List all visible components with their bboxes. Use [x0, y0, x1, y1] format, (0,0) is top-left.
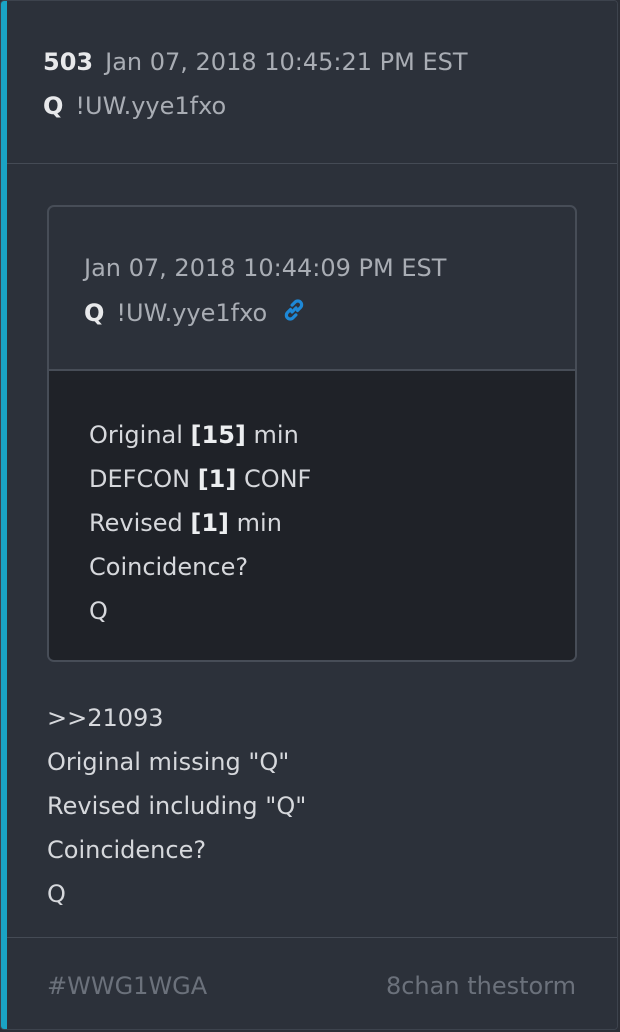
- quoted-line: Original [15] min: [89, 421, 299, 449]
- author-name: Q: [43, 92, 64, 120]
- post-number: 503: [43, 48, 94, 76]
- post-author-line: Q !UW.yye1fxo: [43, 92, 226, 120]
- link-icon[interactable]: [281, 297, 307, 329]
- author-tripcode: !UW.yye1fxo: [75, 92, 227, 120]
- quoted-post-body: Original [15] min DEFCON [1] CONF Revise…: [49, 371, 575, 660]
- quoted-line: Q: [89, 597, 108, 625]
- reply-line: Q: [47, 880, 66, 908]
- quoted-line: Coincidence?: [89, 553, 249, 581]
- quoted-meta-line: Jan 07, 2018 10:44:09 PM EST: [84, 254, 446, 282]
- post-meta-line: 503 Jan 07, 2018 10:45:21 PM EST: [43, 48, 468, 76]
- reply-line: Original missing "Q": [47, 748, 290, 776]
- quoted-post: Jan 07, 2018 10:44:09 PM EST Q !UW.yye1fx…: [47, 205, 577, 662]
- source-label: 8chan thestorm: [385, 972, 576, 1000]
- post-footer: #WWG1WGA 8chan thestorm: [7, 937, 617, 1029]
- hashtag: #WWG1WGA: [47, 972, 208, 1000]
- quoted-timestamp: Jan 07, 2018 10:44:09 PM EST: [84, 254, 447, 282]
- post-timestamp: Jan 07, 2018 10:45:21 PM EST: [105, 48, 468, 76]
- quoted-post-header: Jan 07, 2018 10:44:09 PM EST Q !UW.yye1fx…: [49, 207, 575, 371]
- reply-line: Revised including "Q": [47, 792, 307, 820]
- quoted-line: Revised [1] min: [89, 509, 282, 537]
- quoted-line: DEFCON [1] CONF: [89, 465, 312, 493]
- post-card: 503 Jan 07, 2018 10:45:21 PM EST Q !UW.yye…: [0, 0, 618, 1030]
- post-header: 503 Jan 07, 2018 10:45:21 PM EST Q !UW.yye…: [7, 1, 617, 164]
- reply-line: Coincidence?: [47, 836, 207, 864]
- quoted-author-name: Q: [84, 299, 105, 327]
- quoted-author-line: Q !UW.yye1fxo: [84, 297, 307, 329]
- quoted-tripcode: !UW.yye1fxo: [116, 299, 268, 327]
- reply-link[interactable]: >>21093: [47, 704, 164, 732]
